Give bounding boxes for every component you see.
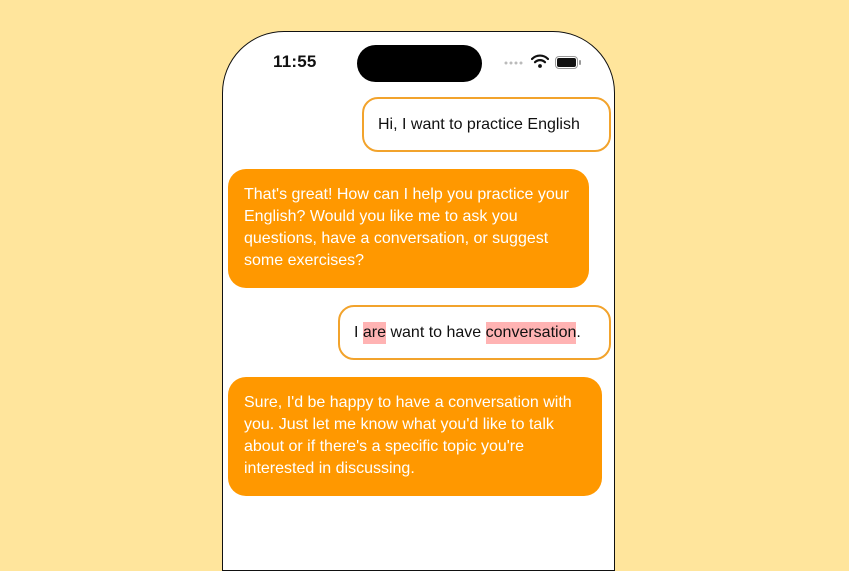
battery-icon bbox=[555, 56, 581, 69]
dynamic-island bbox=[357, 45, 482, 82]
grammar-error-highlight: are bbox=[362, 321, 387, 344]
assistant-message: That's great! How can I help you practic… bbox=[228, 169, 589, 288]
wifi-icon bbox=[531, 54, 549, 68]
message-text-part: . bbox=[576, 323, 581, 341]
message-text-part: I bbox=[354, 323, 363, 341]
message-text: Sure, I'd be happy to have a conversatio… bbox=[244, 394, 572, 477]
signal-icon bbox=[504, 61, 523, 65]
user-message-corrected: I are want to have conversation. bbox=[338, 305, 611, 360]
message-text: That's great! How can I help you practic… bbox=[244, 186, 569, 269]
message-text-part: want to have bbox=[386, 323, 486, 341]
message-text: Hi, I want to practice English bbox=[378, 115, 580, 133]
status-time: 11:55 bbox=[273, 52, 317, 71]
grammar-error-highlight: conversation bbox=[485, 321, 577, 344]
user-message: Hi, I want to practice English bbox=[362, 97, 611, 152]
assistant-message: Sure, I'd be happy to have a conversatio… bbox=[228, 377, 602, 496]
phone-frame: 11:55 Hi, I want to practice English Tha… bbox=[222, 31, 615, 571]
